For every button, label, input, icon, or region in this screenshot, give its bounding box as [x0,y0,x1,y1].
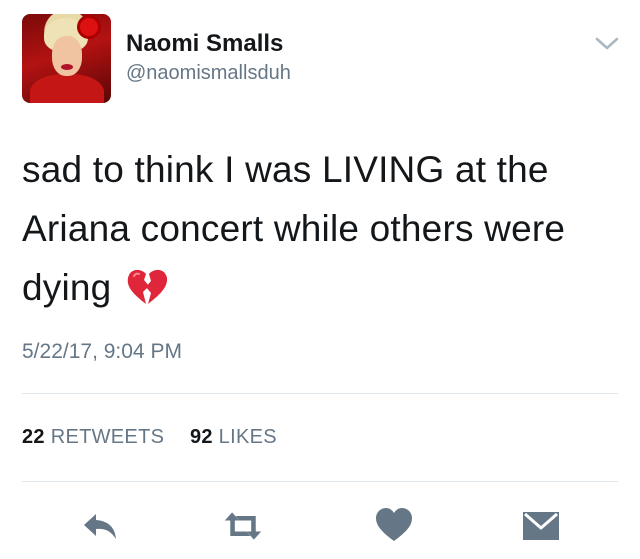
avatar-face [52,36,82,76]
retweet-label[interactable]: RETWEETS [51,426,165,448]
retweet-icon[interactable] [223,506,263,546]
avatar-lips [61,64,73,70]
heart-icon[interactable] [374,506,414,546]
tweet-stats: 22 RETWEETS 92 LIKES [22,426,277,449]
retweet-count[interactable]: 22 [22,426,45,448]
like-label[interactable]: LIKES [219,426,277,448]
like-count[interactable]: 92 [190,426,213,448]
tweet-text: sad to think I was LIVING at the Ariana … [22,140,622,317]
tweet-body: sad to think I was LIVING at the Ariana … [22,149,566,308]
action-bar [0,506,640,546]
broken-heart-emoji [127,269,168,304]
user-handle[interactable]: @naomismallsduh [126,62,291,85]
reply-icon[interactable] [80,506,120,546]
divider [22,393,618,394]
envelope-icon[interactable] [521,506,561,546]
divider [22,481,618,482]
chevron-down-icon[interactable] [594,36,620,52]
display-name[interactable]: Naomi Smalls [126,30,283,58]
avatar-flower [80,18,98,36]
avatar-shoulder [30,74,104,103]
avatar[interactable] [22,14,111,103]
tweet-timestamp[interactable]: 5/22/17, 9:04 PM [22,340,182,364]
